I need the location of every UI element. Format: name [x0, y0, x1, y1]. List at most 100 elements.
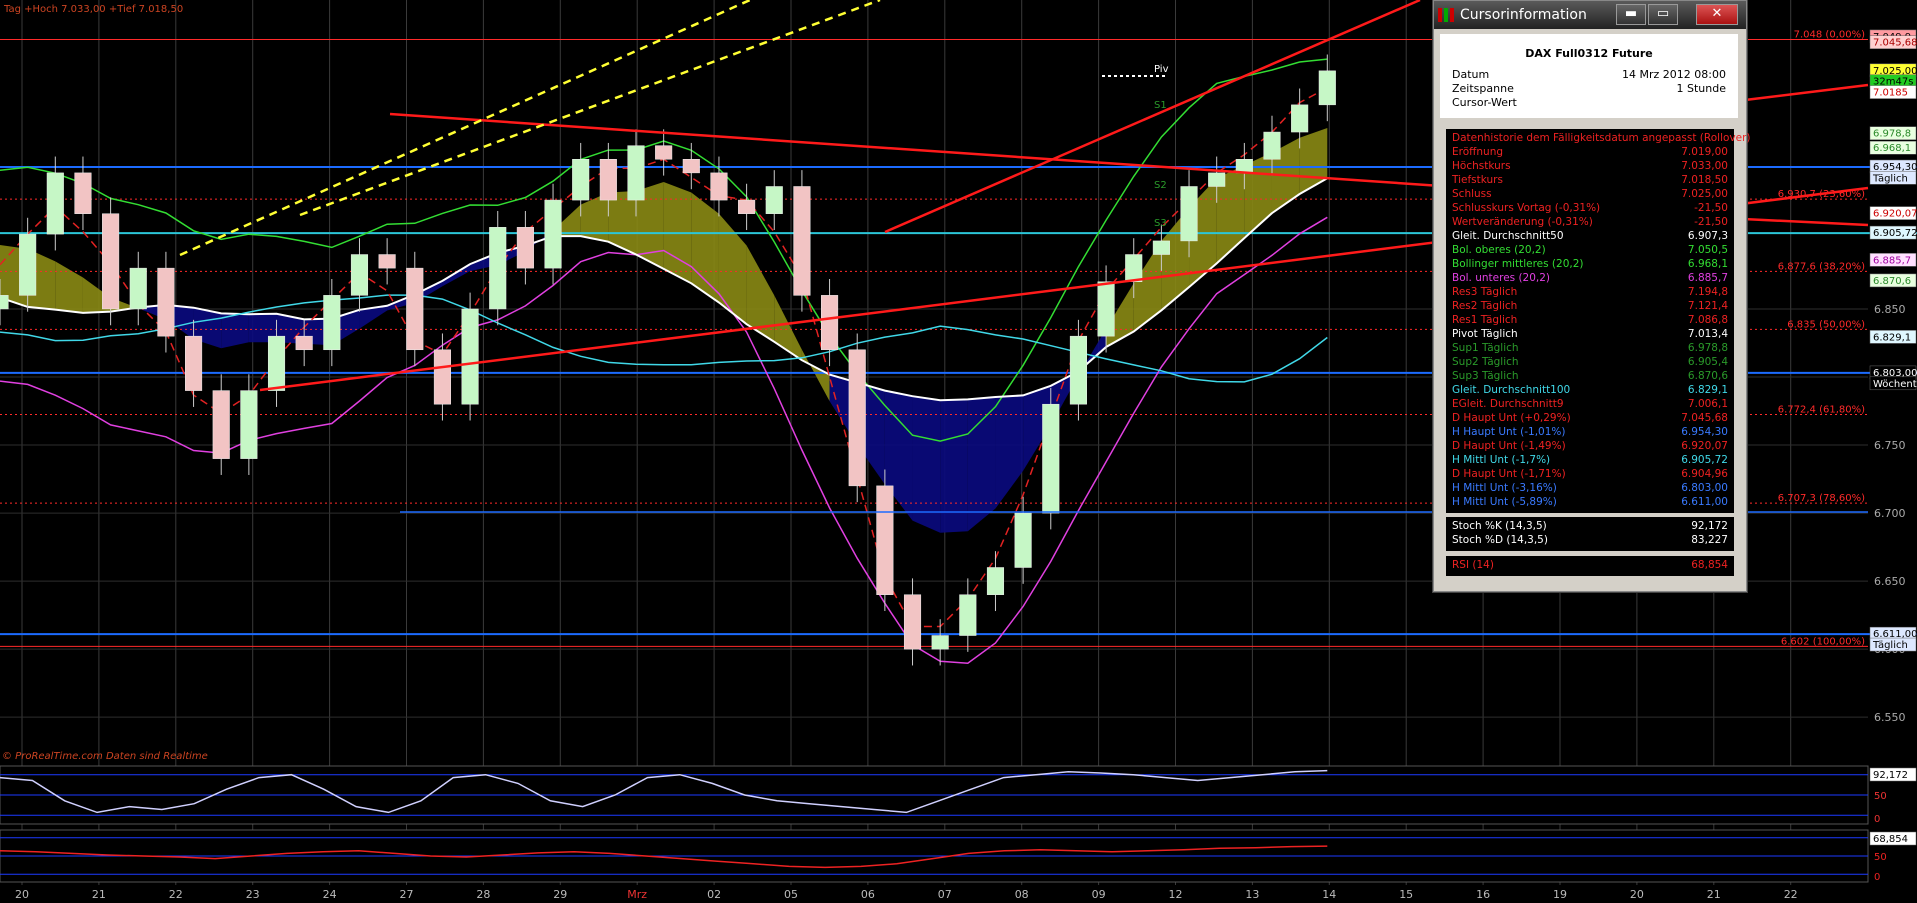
info-row-value: 7.018,50 [1681, 174, 1728, 186]
fib-label: 6.707,3 (78,60%) [1778, 493, 1865, 504]
candle-body [74, 172, 92, 214]
candle-body [433, 349, 451, 405]
info-row: D Haupt Unt (-1,49%) 6.920,07 [1446, 439, 1734, 453]
candle-body [46, 172, 64, 235]
candle-body [793, 186, 811, 296]
y-tick-label: 6.750 [1874, 439, 1906, 452]
maximize-button[interactable]: ▭ [1648, 4, 1678, 25]
info-row-label: H Mittl Unt (-3,16%) [1452, 482, 1557, 494]
candle-body [627, 145, 645, 201]
candle-body [1097, 281, 1115, 337]
info-row-value: 6.907,3 [1687, 230, 1728, 242]
info-row: Stoch %D (14,3,5) 83,227 [1446, 533, 1734, 547]
info-row-value: 7.025,00 [1681, 188, 1728, 200]
info-row-label: Stoch %D (14,3,5) [1452, 534, 1548, 546]
candle-body [710, 172, 728, 201]
info-row-value: 7.033,00 [1681, 160, 1728, 172]
info-row-value: 6.904,96 [1681, 468, 1728, 480]
x-tick-label: 08 [1015, 888, 1029, 901]
x-tick-label: 20 [15, 888, 29, 901]
info-row-value: 92,172 [1691, 520, 1728, 532]
candle-body [1125, 254, 1143, 282]
pivot-label: S1 [1154, 100, 1167, 111]
info-row: EGleit. Durchschnitt9 7.006,1 [1446, 397, 1734, 411]
info-row-label: Gleit. Durchschnitt50 [1452, 230, 1564, 242]
x-tick-label: 20 [1630, 888, 1644, 901]
candle-body [1152, 240, 1170, 255]
info-row-value: 6.905,4 [1687, 356, 1728, 368]
price-tag-text: Wöchentl [1873, 379, 1917, 390]
top-label: Tag +Hoch 7.033,00 +Tief 7.018,50 [3, 4, 183, 15]
x-tick-label: 07 [938, 888, 952, 901]
price-tag-text: 6.870,6 [1873, 276, 1911, 287]
x-tick-label: 05 [784, 888, 798, 901]
info-row-label: Tiefstkurs [1452, 174, 1503, 186]
info-row: Gleit. Durchschnitt100 6.829,1 [1446, 383, 1734, 397]
candle-body [765, 186, 783, 214]
info-row: Bol. unteres (20,2) 6.885,7 [1446, 271, 1734, 285]
candle-body [876, 485, 894, 595]
info-row-value: 7.194,8 [1687, 286, 1728, 298]
info-row-value: 6.905,72 [1681, 454, 1728, 466]
candle-body [848, 349, 866, 487]
info-row-label: Datum [1452, 68, 1490, 81]
info-row-label: D Haupt Unt (+0,29%) [1452, 412, 1571, 424]
info-row-value: 6.870,6 [1687, 370, 1728, 382]
info-row: Res1 Täglich 7.086,8 [1446, 313, 1734, 327]
candle-body [0, 295, 9, 310]
subpanel-tick: 0 [1874, 814, 1880, 825]
info-row-value: 7.050,5 [1687, 244, 1728, 256]
x-tick-label: 24 [323, 888, 337, 901]
info-row-label: Eröffnung [1452, 146, 1504, 158]
info-row-label: Res3 Täglich [1452, 286, 1518, 298]
x-tick-label: 28 [476, 888, 490, 901]
info-row-label: Cursor-Wert [1452, 96, 1517, 109]
info-row-label: Sup3 Täglich [1452, 370, 1519, 382]
info-row: Schluss 7.025,00 [1446, 187, 1734, 201]
price-tag-text: Täglich [1872, 173, 1908, 184]
fib-label: 6.602 (100,00%) [1781, 636, 1865, 647]
x-tick-label: Mrz [627, 888, 647, 901]
stochastic-panel[interactable]: 10050092,172 [0, 765, 1917, 825]
price-tag-text: 6.885,7 [1873, 255, 1911, 266]
info-row: Res3 Täglich 7.194,8 [1446, 285, 1734, 299]
info-row-label: H Mittl Unt (-1,7%) [1452, 454, 1551, 466]
minimize-button[interactable]: ▬ [1616, 4, 1646, 25]
info-row-label: Res1 Täglich [1452, 314, 1518, 326]
info-row: D Haupt Unt (+0,29%) 7.045,68 [1446, 411, 1734, 425]
x-tick-label: 09 [1092, 888, 1106, 901]
info-row-value: 6.611,00 [1681, 496, 1728, 508]
info-row: Bol. oberes (20,2) 7.050,5 [1446, 243, 1734, 257]
info-row-label: Sup2 Täglich [1452, 356, 1519, 368]
price-tag-text: 6.968,1 [1873, 143, 1911, 154]
fib-label: 7.048 (0,00%) [1794, 30, 1865, 41]
rsi-panel[interactable]: 10050068,854 [0, 829, 1917, 883]
candle-body [378, 254, 396, 269]
cursor-info-window[interactable]: Cursorinformation ▬ ▭ ✕ DAX Full0312 Fut… [1433, 0, 1751, 592]
cloud-segment [221, 313, 249, 349]
candle-body [959, 594, 977, 636]
x-tick-label: 19 [1553, 888, 1567, 901]
x-tick-label: 27 [400, 888, 414, 901]
info-row: Res2 Täglich 7.121,4 [1446, 299, 1734, 313]
info-row: Sup1 Täglich 6.978,8 [1446, 341, 1734, 355]
info-row-label: Sup1 Täglich [1452, 342, 1519, 354]
x-tick-label: 22 [169, 888, 183, 901]
candle-body [931, 635, 949, 650]
info-row-label: Stoch %K (14,3,5) [1452, 520, 1547, 532]
candle-body [821, 295, 839, 351]
info-row-label: Res2 Täglich [1452, 300, 1518, 312]
info-row-value: 14 Mrz 2012 08:00 [1622, 68, 1726, 81]
candle-body [323, 295, 341, 351]
close-button[interactable]: ✕ [1696, 4, 1738, 25]
info-row-value: 6.968,1 [1687, 258, 1728, 270]
rsi-value: 68,854 [1691, 559, 1728, 571]
subpanel-value: 92,172 [1873, 770, 1908, 781]
x-tick-label: 16 [1476, 888, 1490, 901]
candle-body [1263, 131, 1281, 160]
info-row: Datum 14 Mrz 2012 08:00 [1440, 68, 1738, 82]
info-row: Sup3 Täglich 6.870,6 [1446, 369, 1734, 383]
candle-body [240, 390, 258, 459]
history-header: Datenhistorie dem Fälligkeitsdatum angep… [1452, 132, 1751, 144]
info-row-label: Wertveränderung (-0,31%) [1452, 216, 1593, 228]
